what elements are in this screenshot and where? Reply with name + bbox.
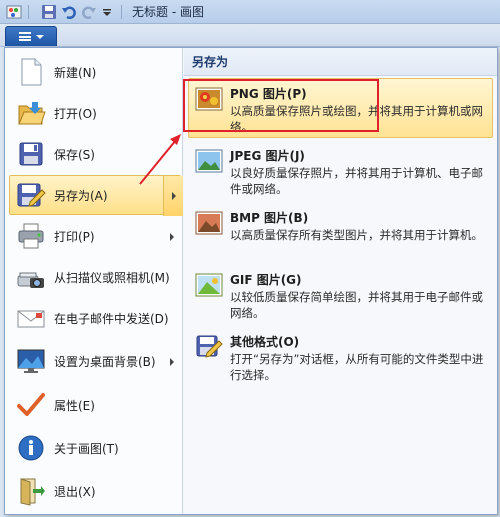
menu-item-label: 从扫描仪或照相机(M) <box>54 270 170 285</box>
menu-item-properties[interactable]: 属性(E) <box>9 385 181 425</box>
menu-item-label: 退出(X) <box>54 484 96 499</box>
paint-menu-button[interactable] <box>5 26 57 46</box>
menu-commands: 新建(N) 打开(O) 保存(S) 另存为(A) 打印(P) 从扫描仪或照相机(… <box>5 48 183 514</box>
submenu-item-title: GIF 图片(G) <box>230 273 302 287</box>
save-as-jpeg[interactable]: JPEG 图片(J) 以良好质量保存照片，并将其用于计算机、电子邮件或网络。 <box>188 140 493 200</box>
menu-icon <box>18 32 31 41</box>
menu-item-set-desktop-background[interactable]: 设置为桌面背景(B) <box>9 341 181 381</box>
separator <box>28 4 29 19</box>
menu-item-label: 在电子邮件中发送(D) <box>54 311 169 326</box>
submenu-item-title: 其他格式(O) <box>230 335 300 349</box>
menu-item-label: 属性(E) <box>54 398 95 413</box>
save-as-bmp[interactable]: BMP 图片(B) 以高质量保存所有类型图片，并将其用于计算机。 <box>188 202 493 262</box>
scanner-icon <box>16 262 46 292</box>
submenu-item-title: PNG 图片(P) <box>230 87 307 101</box>
title-bar: 无标题 - 画图 <box>0 0 500 24</box>
menu-item-new[interactable]: 新建(N) <box>9 52 181 92</box>
chevron-right-icon <box>170 233 174 241</box>
properties-check-icon <box>16 390 46 420</box>
submenu-item-description: 以较低质量保存简单绘图，并将其用于电子邮件或网络。 <box>230 290 483 320</box>
save-as-submenu: 另存为 PNG 图片(P) 以高质量保存照片或绘图，并将其用于计算机或网络。 J… <box>184 48 497 514</box>
save-icon <box>16 139 46 169</box>
menu-item-about[interactable]: 关于画图(T) <box>9 428 181 468</box>
exit-icon <box>16 476 46 506</box>
submenu-item-title: BMP 图片(B) <box>230 211 309 225</box>
submenu-item-description: 打开“另存为”对话框，从所有可能的文件类型中进行选择。 <box>230 352 484 382</box>
email-icon <box>16 303 46 333</box>
menu-item-from-scanner[interactable]: 从扫描仪或照相机(M) <box>9 257 181 297</box>
undo-icon[interactable] <box>61 4 77 20</box>
submenu-item-description: 以高质量保存所有类型图片，并将其用于计算机。 <box>230 228 483 242</box>
separator <box>121 4 122 19</box>
menu-item-label: 打开(O) <box>54 106 97 121</box>
other-formats-icon <box>195 333 223 361</box>
menu-item-send-email[interactable]: 在电子邮件中发送(D) <box>9 298 181 338</box>
ribbon-tab-strip <box>0 24 500 47</box>
menu-item-save[interactable]: 保存(S) <box>9 134 181 174</box>
window-title: 无标题 - 画图 <box>132 5 204 19</box>
submenu-item-description: 以良好质量保存照片，并将其用于计算机、电子邮件或网络。 <box>230 166 483 196</box>
png-image-icon <box>195 85 223 113</box>
save-as-png[interactable]: PNG 图片(P) 以高质量保存照片或绘图，并将其用于计算机或网络。 <box>188 78 493 138</box>
menu-item-exit[interactable]: 退出(X) <box>9 471 181 511</box>
menu-item-print[interactable]: 打印(P) <box>9 216 181 256</box>
desktop-background-icon <box>16 346 46 376</box>
print-icon <box>16 221 46 251</box>
save-as-icon <box>16 180 46 210</box>
menu-item-save-as[interactable]: 另存为(A) <box>9 175 183 216</box>
chevron-down-icon <box>35 34 44 39</box>
gif-image-icon <box>195 271 223 299</box>
save-icon[interactable] <box>41 4 57 20</box>
chevron-right-icon <box>170 358 174 366</box>
paint-app-icon <box>6 4 22 20</box>
menu-item-label: 保存(S) <box>54 147 95 162</box>
submenu-title: 另存为 <box>184 48 497 76</box>
chevron-right-icon <box>172 192 176 200</box>
redo-icon[interactable] <box>81 4 97 20</box>
menu-item-label: 关于画图(T) <box>54 441 119 456</box>
menu-item-open[interactable]: 打开(O) <box>9 93 181 133</box>
jpeg-image-icon <box>195 147 223 175</box>
customize-dropdown-icon[interactable] <box>99 4 115 20</box>
application-menu: 新建(N) 打开(O) 保存(S) 另存为(A) 打印(P) 从扫描仪或照相机(… <box>4 47 498 515</box>
info-icon <box>16 433 46 463</box>
save-as-other-formats[interactable]: 其他格式(O) 打开“另存为”对话框，从所有可能的文件类型中进行选择。 <box>188 326 493 386</box>
menu-item-label: 新建(N) <box>54 65 97 80</box>
bmp-image-icon <box>195 209 223 237</box>
new-document-icon <box>16 57 46 87</box>
submenu-item-title: JPEG 图片(J) <box>230 149 305 163</box>
submenu-expander[interactable] <box>163 176 183 216</box>
save-as-gif[interactable]: GIF 图片(G) 以较低质量保存简单绘图，并将其用于电子邮件或网络。 <box>188 264 493 324</box>
menu-item-label: 另存为(A) <box>54 188 108 203</box>
menu-item-label: 打印(P) <box>54 229 95 244</box>
menu-item-label: 设置为桌面背景(B) <box>54 354 156 369</box>
submenu-item-description: 以高质量保存照片或绘图，并将其用于计算机或网络。 <box>230 104 483 134</box>
open-folder-icon <box>16 98 46 128</box>
